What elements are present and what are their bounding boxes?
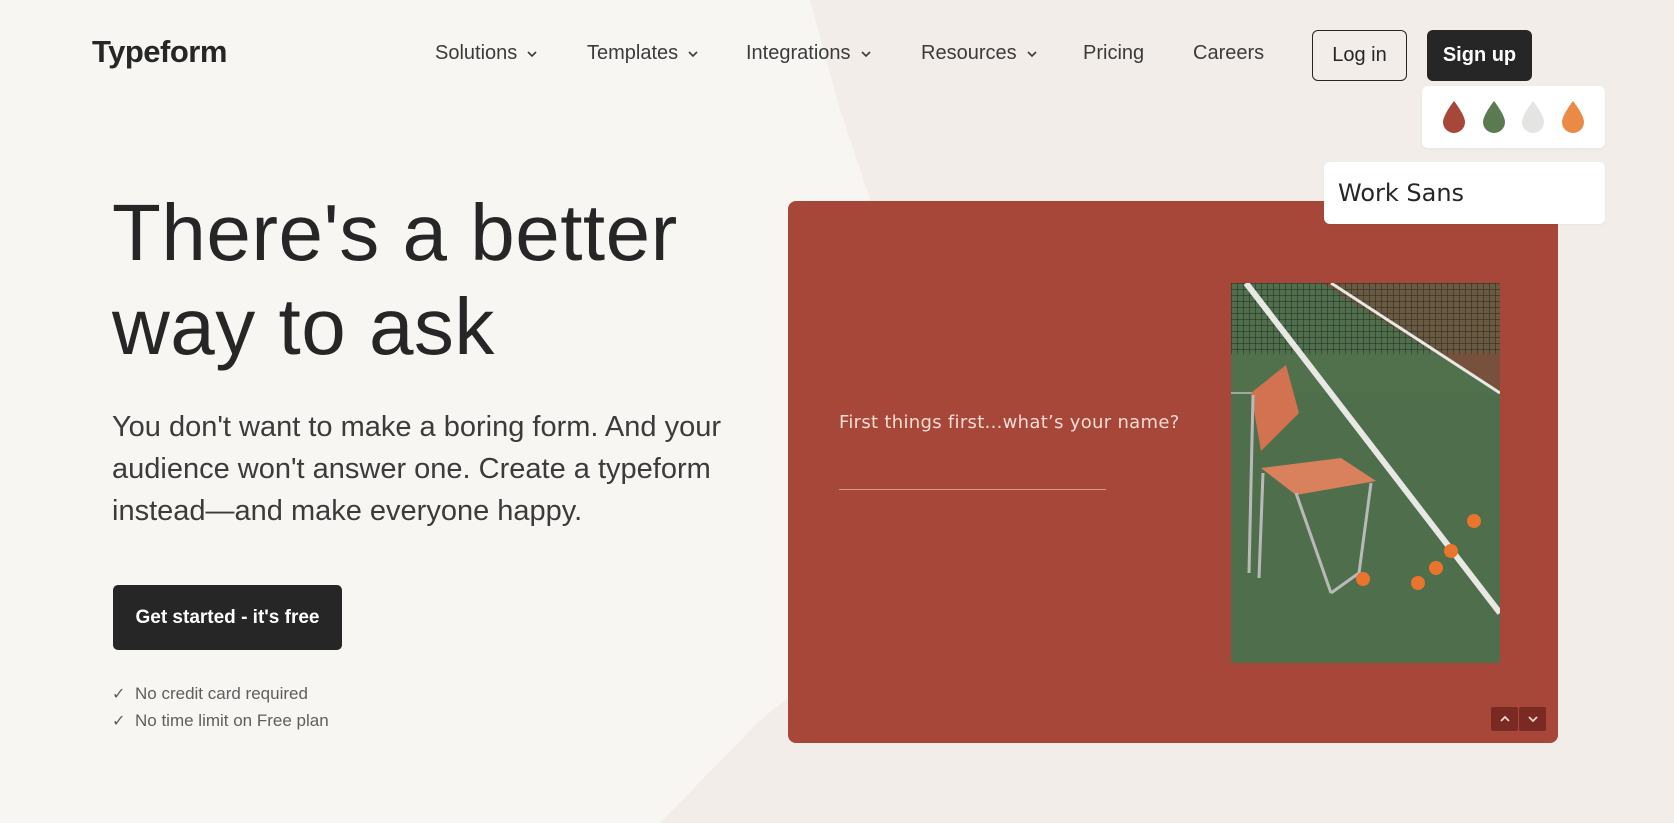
nav-resources-label: Resources bbox=[921, 42, 1017, 64]
color-drop-red-icon[interactable] bbox=[1441, 100, 1467, 134]
tennis-court-chair-photo bbox=[1231, 283, 1500, 663]
chevron-down-icon bbox=[1027, 50, 1037, 57]
nav-integrations[interactable]: Integrations bbox=[746, 42, 872, 65]
signup-button[interactable]: Sign up bbox=[1427, 30, 1532, 81]
nav-careers-label: Careers bbox=[1193, 42, 1265, 64]
nav-templates-label: Templates bbox=[587, 42, 679, 64]
checkmark-icon: ✓ bbox=[112, 712, 126, 730]
chevron-down-icon bbox=[860, 50, 871, 57]
chevron-down-icon bbox=[527, 50, 537, 57]
login-button[interactable]: Log in bbox=[1312, 30, 1407, 81]
question-navigation bbox=[1491, 707, 1546, 731]
list-item: ✓ No time limit on Free plan bbox=[112, 707, 329, 734]
checkmark-icon: ✓ bbox=[112, 685, 126, 703]
hero-title-line1: There's a better bbox=[112, 188, 678, 277]
list-item: ✓ No credit card required bbox=[112, 680, 329, 707]
chevron-up-icon bbox=[1499, 715, 1510, 722]
name-input-line[interactable] bbox=[839, 489, 1106, 490]
photo-illustration bbox=[1231, 283, 1500, 663]
next-question-button[interactable] bbox=[1519, 707, 1546, 731]
form-preview-card: First things first...what’s your name? bbox=[788, 201, 1558, 743]
color-drop-orange-icon[interactable] bbox=[1560, 100, 1586, 134]
nav-careers[interactable]: Careers bbox=[1193, 42, 1264, 65]
hero-subtitle: You don't want to make a boring form. An… bbox=[112, 411, 721, 527]
benefit-text: No time limit on Free plan bbox=[135, 710, 329, 730]
form-question: First things first...what’s your name? bbox=[839, 412, 1180, 433]
nav-pricing-label: Pricing bbox=[1083, 42, 1145, 64]
nav-templates[interactable]: Templates bbox=[587, 42, 699, 65]
hero-title: There's a better way to ask bbox=[112, 186, 752, 374]
nav-solutions-label: Solutions bbox=[435, 42, 518, 64]
typeform-logo[interactable]: Typeform bbox=[92, 34, 227, 70]
get-started-button[interactable]: Get started - it's free bbox=[113, 585, 342, 650]
theme-font-picker[interactable]: Work Sans bbox=[1324, 162, 1605, 224]
benefit-text: No credit card required bbox=[135, 683, 308, 703]
color-drop-light-gray-icon[interactable] bbox=[1520, 100, 1546, 134]
chevron-down-icon bbox=[688, 50, 698, 57]
nav-integrations-label: Integrations bbox=[746, 42, 851, 64]
benefits-list: ✓ No credit card required ✓ No time limi… bbox=[112, 680, 329, 734]
color-drop-green-icon[interactable] bbox=[1481, 100, 1507, 134]
nav-pricing[interactable]: Pricing bbox=[1083, 42, 1144, 65]
theme-color-picker bbox=[1422, 86, 1605, 148]
nav-solutions[interactable]: Solutions bbox=[435, 42, 538, 65]
hero-title-line2: way to ask bbox=[112, 282, 495, 371]
chevron-down-icon bbox=[1527, 716, 1538, 723]
previous-question-button[interactable] bbox=[1491, 707, 1518, 731]
nav-resources[interactable]: Resources bbox=[921, 42, 1038, 65]
